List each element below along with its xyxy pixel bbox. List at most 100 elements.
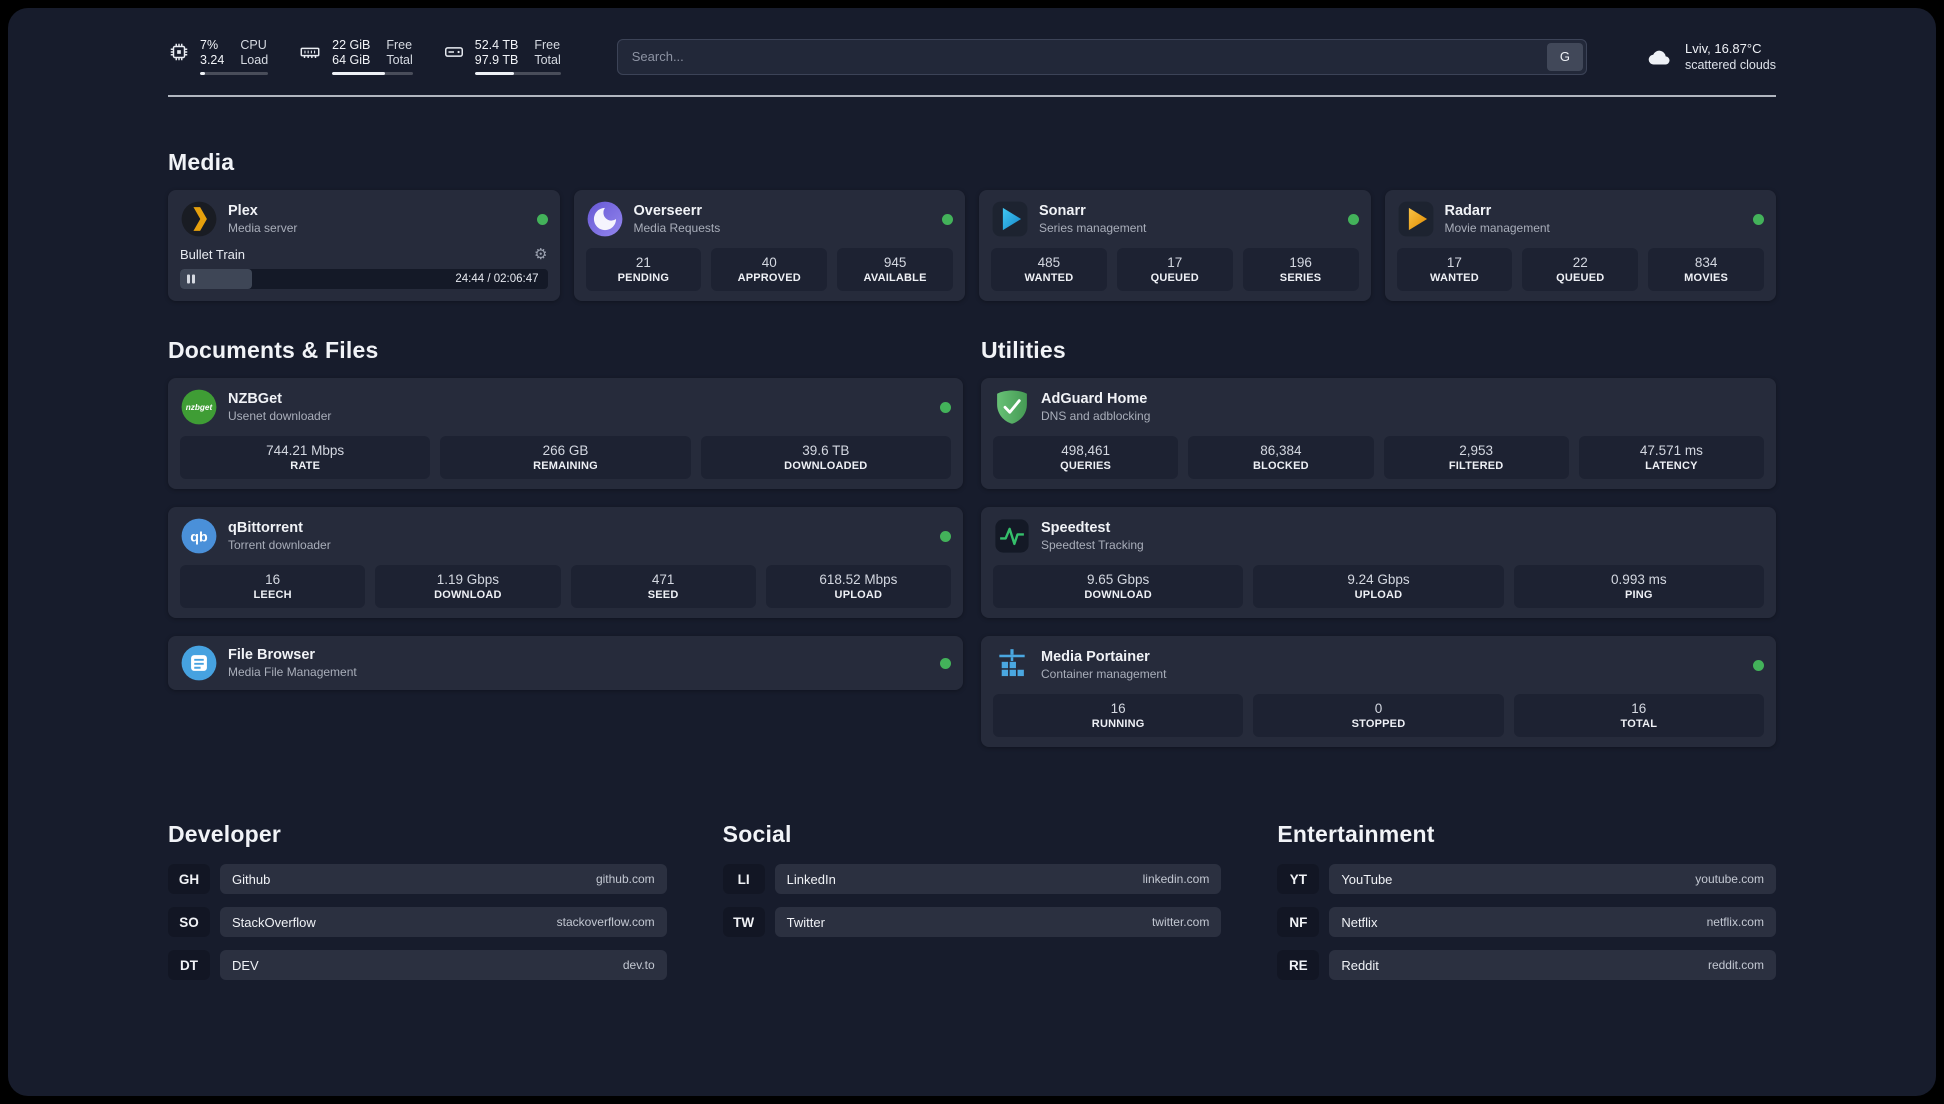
overseerr-card[interactable]: Overseerr Media Requests 21 PENDING 40 A… <box>573 190 965 301</box>
status-dot <box>940 530 951 542</box>
cpu-load-value: 3.24 <box>200 53 225 67</box>
stat-value: 16 <box>265 572 281 587</box>
linkedin-abbr-icon: LI <box>722 864 765 894</box>
bookmark-dev[interactable]: DT DEV dev.to <box>168 950 667 980</box>
documents-section-title: Documents & Files <box>168 337 379 363</box>
stat-tile: 40 APPROVED <box>711 248 828 291</box>
stat-tile: 744.21 Mbps RATE <box>180 436 431 479</box>
stat-label: FILTERED <box>1448 460 1504 472</box>
stat-label: UPLOAD <box>1354 589 1403 601</box>
playback-time: 24:44 / 02:06:47 <box>455 273 539 285</box>
stat-label: AVAILABLE <box>863 272 927 284</box>
stackoverflow-abbr-icon: SO <box>168 907 210 937</box>
svg-text:qb: qb <box>190 529 208 545</box>
stat-label: WANTED <box>1024 272 1074 284</box>
stat-value: 0.993 ms <box>1611 572 1667 587</box>
stat-label: SERIES <box>1279 272 1322 284</box>
nzbget-card[interactable]: nzbget NZBGet Usenet downloader 744.21 M… <box>168 378 963 489</box>
bookmark-linkedin[interactable]: LI LinkedIn linkedin.com <box>722 864 1222 894</box>
bookmark-stackoverflow[interactable]: SO StackOverflow stackoverflow.com <box>168 907 667 937</box>
now-playing-title: Bullet Train <box>180 247 246 262</box>
stat-value: 945 <box>883 255 907 270</box>
portainer-card[interactable]: Media Portainer Container management 16 … <box>981 636 1776 747</box>
stat-label: REMAINING <box>533 460 598 472</box>
app-subtitle: Usenet downloader <box>228 409 332 423</box>
svg-text:nzbget: nzbget <box>186 403 214 412</box>
stat-value: 16 <box>1110 701 1126 716</box>
bookmark-name: YouTube <box>1341 871 1393 887</box>
portainer-icon <box>993 646 1031 684</box>
bookmark-reddit[interactable]: RE Reddit reddit.com <box>1277 950 1776 980</box>
adguard-card[interactable]: AdGuard Home DNS and adblocking 498,461 … <box>981 378 1776 489</box>
app-name: Speedtest <box>1041 520 1111 536</box>
bookmark-url: dev.to <box>622 958 655 972</box>
playback-progress-bar[interactable]: 24:44 / 02:06:47 <box>180 269 548 289</box>
filebrowser-card[interactable]: File Browser Media File Management <box>168 636 963 690</box>
app-subtitle: Media File Management <box>228 665 357 679</box>
ram-progress-bar <box>332 72 413 75</box>
app-subtitle: DNS and adblocking <box>1041 409 1151 423</box>
stat-tile: 945 AVAILABLE <box>837 248 953 291</box>
disk-free-label: Free <box>534 38 561 52</box>
bookmark-name: Github <box>232 871 271 887</box>
ram-meter: 22 GiB Free 64 GiB Total <box>298 38 413 75</box>
cpu-icon <box>168 41 190 63</box>
stat-label: QUEUED <box>1150 272 1199 284</box>
disk-icon <box>443 41 465 63</box>
cpu-meter-body: 7% CPU 3.24 Load <box>200 38 269 75</box>
gear-icon[interactable]: ⚙ <box>534 247 547 262</box>
sonarr-card[interactable]: Sonarr Series management 485 WANTED 17 Q… <box>979 190 1371 301</box>
ram-free-label: Free <box>386 38 413 52</box>
stat-tile: 266 GB REMAINING <box>440 436 691 479</box>
youtube-abbr-icon: YT <box>1277 864 1320 894</box>
app-name: Media Portainer <box>1041 649 1150 665</box>
stat-tile: 834 MOVIES <box>1648 248 1764 291</box>
stat-tile: 22 QUEUED <box>1522 248 1639 291</box>
ram-total-value: 64 GiB <box>332 53 371 67</box>
disk-free-value: 52.4 TB <box>474 38 519 52</box>
stat-value: 744.21 Mbps <box>266 443 345 458</box>
cpu-label: CPU <box>240 38 267 52</box>
pause-icon[interactable] <box>187 274 195 284</box>
bookmark-twitter[interactable]: TW Twitter twitter.com <box>722 907 1222 937</box>
stat-tile: 16 TOTAL <box>1513 694 1764 737</box>
stat-value: 39.6 TB <box>802 443 850 458</box>
stat-label: MOVIES <box>1684 272 1729 284</box>
status-dot <box>940 657 951 669</box>
developer-section-title: Developer <box>168 821 282 847</box>
stat-label: WANTED <box>1429 272 1479 284</box>
app-name: Plex <box>228 203 258 219</box>
app-subtitle: Speedtest Tracking <box>1041 538 1144 552</box>
speedtest-card[interactable]: Speedtest Speedtest Tracking 9.65 Gbps D… <box>981 507 1776 618</box>
stat-value: 16 <box>1631 701 1647 716</box>
bookmark-github[interactable]: GH Github github.com <box>168 864 667 894</box>
ram-icon <box>298 41 322 63</box>
sonarr-icon <box>991 200 1029 238</box>
stat-value: 485 <box>1037 255 1061 270</box>
bookmark-url: linkedin.com <box>1142 872 1210 886</box>
bookmark-netflix[interactable]: NF Netflix netflix.com <box>1277 907 1776 937</box>
radarr-icon <box>1397 200 1435 238</box>
disk-meter-body: 52.4 TB Free 97.9 TB Total <box>474 38 561 75</box>
bookmark-url: stackoverflow.com <box>556 915 655 929</box>
search-engine-button[interactable]: G <box>1546 42 1583 71</box>
bookmark-youtube[interactable]: YT YouTube youtube.com <box>1277 864 1776 894</box>
dashboard: 7% CPU 3.24 Load 22 GiB Free 64 GiB Tota… <box>8 8 1936 1096</box>
stat-value: 17 <box>1167 255 1183 270</box>
stat-tile: 47.571 ms LATENCY <box>1578 436 1764 479</box>
search-input[interactable] <box>617 49 1547 64</box>
bookmark-url: netflix.com <box>1706 915 1764 929</box>
stat-tile: 498,461 QUERIES <box>993 436 1179 479</box>
radarr-card[interactable]: Radarr Movie management 17 WANTED 22 QUE… <box>1384 190 1776 301</box>
stat-label: TOTAL <box>1620 718 1658 730</box>
stat-value: 40 <box>761 255 777 270</box>
topbar: 7% CPU 3.24 Load 22 GiB Free 64 GiB Tota… <box>168 38 1776 75</box>
stat-label: RATE <box>290 460 321 472</box>
plex-card[interactable]: Plex Media server Bullet Train ⚙ 24:44 /… <box>168 190 560 301</box>
bookmark-name: Reddit <box>1341 957 1379 973</box>
stat-value: 86,384 <box>1260 443 1302 458</box>
app-name: NZBGet <box>228 391 282 407</box>
overseerr-icon <box>586 200 624 238</box>
social-section: Social LI LinkedIn linkedin.com TW Twitt… <box>722 821 1222 980</box>
qbittorrent-card[interactable]: qb qBittorrent Torrent downloader 16 LEE… <box>168 507 963 618</box>
